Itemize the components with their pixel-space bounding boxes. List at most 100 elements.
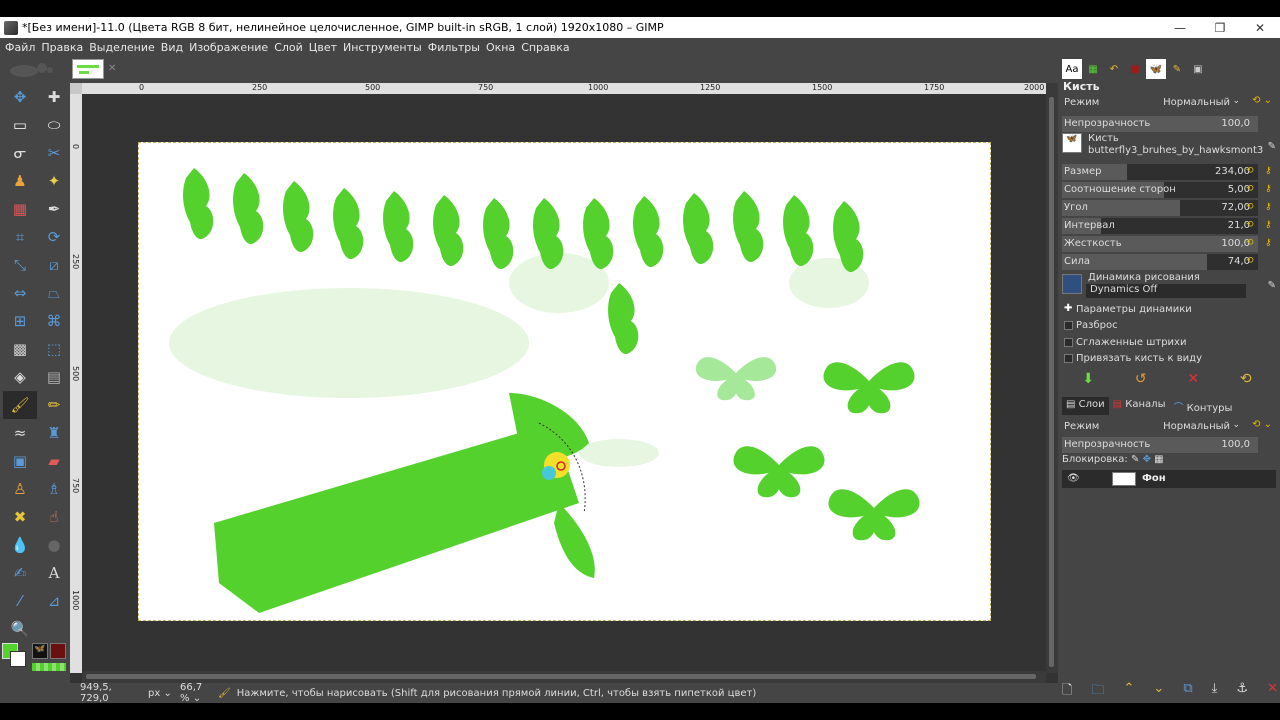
crop-tool-icon[interactable]: ⌗ (3, 223, 37, 251)
tab-fonts-icon[interactable]: ▣ (1188, 59, 1208, 79)
warp-transform-tool-icon[interactable]: ⌘ (37, 307, 71, 335)
image-canvas[interactable] (138, 142, 991, 621)
hardness-reset-icon[interactable]: ⟲ (1246, 238, 1258, 250)
canvas-horizontal-scrollbar[interactable] (82, 671, 1046, 683)
perspective-clone-tool-icon[interactable]: ♗ (37, 475, 71, 503)
menu-tools[interactable]: Инструменты (340, 41, 425, 54)
ink-tool-icon[interactable]: ♜ (37, 419, 71, 447)
delete-options-icon[interactable]: ✕ (1187, 371, 1199, 391)
checkbox-box[interactable] (1064, 338, 1073, 347)
opacity-slider[interactable]: Непрозрачность 100,0 (1062, 116, 1258, 132)
ruler-corner[interactable] (70, 83, 82, 94)
brush-edit-icon[interactable]: ✎ (1268, 141, 1276, 152)
color-select-tool-icon[interactable]: ▦ (3, 195, 37, 223)
ellipse-select-tool-icon[interactable]: ⬭ (37, 111, 71, 139)
menu-layer[interactable]: Слой (271, 41, 306, 54)
eraser-tool-icon[interactable]: ▰ (37, 447, 71, 475)
aspect-link-icon[interactable]: ⚷ (1265, 184, 1275, 196)
merge-down-icon[interactable]: ⤓ (1212, 681, 1218, 699)
angle-link-icon[interactable]: ⚷ (1265, 202, 1275, 214)
scale-tool-icon[interactable]: ⤡ (3, 251, 37, 279)
menu-file[interactable]: Файл (2, 41, 38, 54)
image-tab-thumbnail[interactable] (72, 59, 104, 79)
menu-help[interactable]: Справка (518, 41, 572, 54)
brush-preview-icon[interactable]: 🦋 (1062, 133, 1082, 153)
scissors-select-tool-icon[interactable]: ✂ (37, 139, 71, 167)
checkbox-box[interactable] (1064, 321, 1073, 330)
rotate-tool-icon[interactable]: ⟳ (37, 223, 71, 251)
move-tool-icon[interactable]: ✥ (3, 83, 37, 111)
pencil-tool-icon[interactable]: ✏ (37, 391, 71, 419)
lock-to-view-checkbox[interactable]: Привязать кисть к виду (1062, 352, 1262, 366)
image-tab-close-icon[interactable]: ✕ (108, 63, 116, 74)
spacing-reset-icon[interactable]: ⟲ (1246, 220, 1258, 232)
rect-select-tool-icon[interactable]: ▭ (3, 111, 37, 139)
menu-windows[interactable]: Окна (483, 41, 518, 54)
tab-undo-history-icon[interactable]: ↶ (1104, 59, 1124, 79)
size-reset-icon[interactable]: ⟲ (1246, 166, 1258, 178)
flip-tool-icon[interactable]: ⇔ (3, 279, 37, 307)
lock-alpha-icon[interactable]: ▦ (1154, 454, 1163, 465)
unit-select[interactable]: px ⌄ (144, 687, 176, 700)
lower-layer-icon[interactable]: ⌄ (1153, 681, 1164, 699)
anchor-layer-icon[interactable]: ⚓ (1236, 681, 1248, 699)
layer-row[interactable]: 👁 Фон (1062, 470, 1276, 488)
perspective-tool-icon[interactable]: ⏢ (37, 279, 71, 307)
new-layer-group-icon[interactable]: 🗀 (1091, 681, 1104, 699)
reset-options-icon[interactable]: ⟲ (1240, 371, 1252, 391)
tab-tool-options[interactable]: Aa (1062, 59, 1082, 79)
brush-selector[interactable]: 🦋 Кисть butterfly3_bruhes_by_hawksmont3 … (1062, 133, 1278, 159)
fuzzy-select-tool-icon[interactable]: ✦ (37, 167, 71, 195)
ruler-horizontal[interactable]: 0 250 500 750 1000 1250 1500 1750 2000 (82, 83, 1046, 94)
layer-mode-extra-icon[interactable]: ⟲ ⌄ (1252, 419, 1272, 430)
shear-tool-icon[interactable]: ⧄ (37, 251, 71, 279)
paintbrush-tool-icon[interactable]: 🖌 (3, 391, 37, 419)
layer-opacity-slider[interactable]: Непрозрачность 100,0 (1062, 437, 1258, 453)
dynamics-icon[interactable] (1062, 274, 1082, 294)
hardness-slider[interactable]: Жесткость 100,0 (1062, 236, 1258, 252)
menu-image[interactable]: Изображение (186, 41, 271, 54)
clone-tool-icon[interactable]: ♙ (3, 475, 37, 503)
tab-channels[interactable]: ▤ Каналы (1109, 397, 1170, 415)
save-options-icon[interactable]: ⬇ (1082, 371, 1094, 391)
size-slider[interactable]: Размер 234,00 (1062, 164, 1258, 180)
tab-paint-icon[interactable]: ✎ (1167, 59, 1187, 79)
dodge-burn-tool-icon[interactable]: ● (37, 531, 71, 559)
size-link-icon[interactable]: ⚷ (1265, 166, 1275, 178)
aspect-slider[interactable]: Соотношение сторон 5,00 (1062, 182, 1258, 198)
tab-paths[interactable]: ⌒ Контуры (1169, 397, 1236, 415)
tab-pattern-red-icon[interactable]: ■ (1125, 59, 1145, 79)
active-pattern-swatch[interactable] (50, 643, 66, 659)
raise-layer-icon[interactable]: ⌃ (1124, 681, 1135, 699)
foreground-select-tool-icon[interactable]: ♟ (3, 167, 37, 195)
bucket-fill-tool-icon[interactable]: ◈ (3, 363, 37, 391)
paths-pen-tool-icon[interactable]: ✍ (3, 559, 37, 587)
spacing-slider[interactable]: Интервал 21,0 (1062, 218, 1258, 234)
active-gradient-swatch[interactable] (32, 663, 66, 671)
mypaint-brush-tool-icon[interactable]: ▣ (3, 447, 37, 475)
zoom-select[interactable]: 66,7 % ⌄ (176, 681, 218, 705)
unified-transform-tool-icon[interactable]: ⊞ (3, 307, 37, 335)
angle-reset-icon[interactable]: ⟲ (1246, 202, 1258, 214)
menu-color[interactable]: Цвет (306, 41, 340, 54)
lock-position-icon[interactable]: ✥ (1143, 454, 1151, 465)
zoom-tool-icon[interactable]: 🔍 (3, 615, 37, 643)
smooth-checkbox[interactable]: Сглаженные штрихи (1062, 336, 1262, 350)
delete-layer-icon[interactable]: ✕ (1267, 681, 1278, 699)
active-brush-icon[interactable]: 🦋 (32, 643, 48, 659)
force-reset-icon[interactable]: ⟲ (1246, 256, 1258, 268)
canvas-vertical-scrollbar[interactable] (1046, 83, 1058, 673)
new-layer-icon[interactable]: 🗋 (1062, 681, 1072, 699)
angle-slider[interactable]: Угол 72,00 (1062, 200, 1258, 216)
mode-select[interactable]: Режим Нормальный ⌄ ⟲ ⌄ (1062, 93, 1272, 113)
duplicate-layer-icon[interactable]: ⧉ (1183, 681, 1192, 699)
restore-options-icon[interactable]: ↺ (1135, 371, 1147, 391)
color-picker-tool-icon[interactable]: ⁄ (3, 587, 37, 615)
jitter-checkbox[interactable]: Разброс (1062, 319, 1262, 333)
lock-pixels-icon[interactable]: ✎ (1131, 454, 1139, 465)
cage-transform-tool-icon[interactable]: ▩ (3, 335, 37, 363)
maximize-button[interactable]: ❐ (1200, 17, 1240, 38)
canvas-area[interactable]: 0 250 500 750 1000 1250 1500 1750 2000 0… (70, 83, 1058, 683)
heal-tool-icon[interactable]: ✖ (3, 503, 37, 531)
tab-layers[interactable]: ▤ Слои (1062, 397, 1109, 415)
